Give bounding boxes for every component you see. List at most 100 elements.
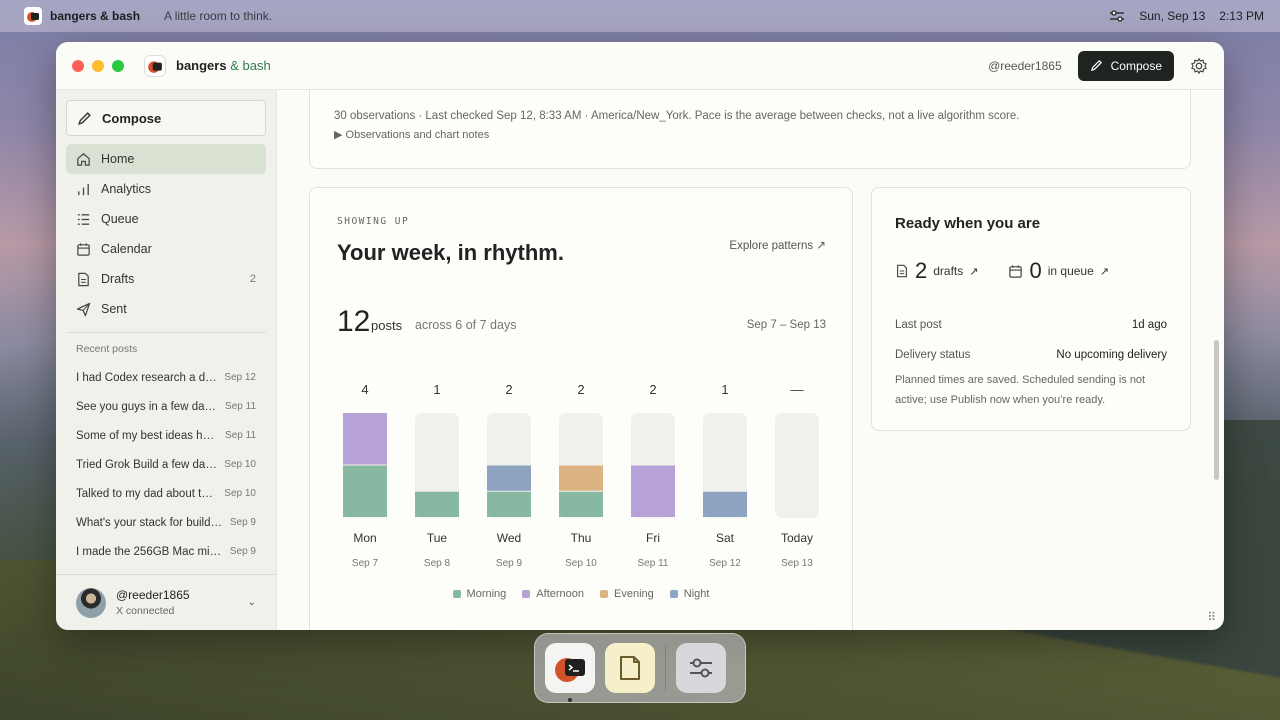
compose-button[interactable]: Compose — [1077, 50, 1174, 81]
delivery-status-value: No upcoming delivery — [1056, 349, 1167, 361]
sliders-icon — [690, 658, 712, 678]
recent-post-item[interactable]: Some of my best ideas hap... Sep 11 — [66, 421, 266, 450]
ready-title: Ready when you are — [895, 215, 1041, 232]
chevron-down-icon[interactable]: ⌄ — [248, 597, 256, 608]
close-window-button[interactable] — [72, 59, 84, 72]
legend-label: Night — [683, 588, 710, 600]
bar-segment-morning — [559, 491, 603, 517]
recent-post-text: Tried Grok Build a few days ... — [76, 458, 219, 471]
recent-post-date: Sep 10 — [224, 488, 256, 499]
account-handle: @reeder1865 — [988, 58, 1062, 73]
week-title: Your week, in rhythm. — [337, 240, 564, 265]
zoom-window-button[interactable] — [112, 59, 124, 72]
recent-post-date: Sep 10 — [224, 459, 256, 470]
explore-patterns-link[interactable]: Explore patterns ↗ — [729, 238, 826, 252]
legend-item-night: Night — [669, 588, 710, 600]
legend-swatch — [452, 590, 461, 598]
bangers-bash-app-icon — [555, 658, 585, 682]
day-label: Fri — [646, 531, 660, 545]
sidebar-item-analytics[interactable]: Analytics — [66, 174, 266, 204]
sidebar-item-drafts[interactable]: Drafts 2 — [66, 264, 266, 294]
day-label: Wed — [497, 531, 521, 545]
app-logo-icon — [24, 7, 42, 25]
drafts-link[interactable]: drafts — [933, 264, 963, 278]
recent-post-date: Sep 9 — [229, 517, 256, 528]
recent-posts-heading: Recent posts — [76, 343, 138, 355]
recent-posts-list: I had Codex research a dom... Sep 12 See … — [66, 363, 266, 566]
control-center-icon[interactable] — [1109, 9, 1125, 23]
bar-total-label: 4 — [361, 382, 368, 397]
arrow-up-right-icon[interactable]: ↗ — [1100, 265, 1109, 278]
dock-app-settings[interactable] — [676, 643, 726, 693]
scheduling-note: Planned times are saved. Scheduled sendi… — [895, 374, 1146, 406]
main-scrollbar[interactable] — [1214, 340, 1219, 480]
section-eyebrow: SHOWING UP — [337, 216, 410, 227]
calendar-icon — [77, 242, 90, 256]
menu-date[interactable]: Sun, Sep 13 — [1139, 9, 1205, 23]
menu-app-name[interactable]: bangers & bash — [50, 9, 140, 23]
calendar-icon — [1009, 264, 1023, 278]
drafts-count-badge: 2 — [249, 273, 256, 285]
legend-swatch — [522, 590, 531, 598]
day-date-label: Sep 7 — [352, 558, 379, 569]
recent-post-text: Some of my best ideas hap... — [76, 429, 220, 442]
recent-post-item[interactable]: Talked to my dad about the ... Sep 10 — [66, 479, 266, 508]
recent-post-date: Sep 12 — [224, 372, 256, 383]
day-label: Sat — [716, 531, 735, 545]
legend-item-afternoon: Afternoon — [522, 588, 584, 600]
account-switcher[interactable]: @reeder1865 X connected ⌄ — [56, 574, 276, 630]
user-handle: @reeder1865 — [116, 588, 190, 602]
dock-app-bangers-bash[interactable] — [545, 643, 595, 702]
notes-app-icon — [620, 656, 640, 680]
day-label: Tue — [427, 531, 448, 545]
bar-segment-morning — [415, 491, 459, 517]
legend-swatch — [600, 590, 608, 598]
dock-app-notes[interactable] — [605, 643, 655, 693]
sidebar-item-sent[interactable]: Sent — [66, 294, 266, 324]
observations-notes-toggle[interactable]: ▶ Observations and chart notes — [334, 128, 489, 141]
day-date-label: Sep 8 — [424, 558, 451, 569]
drafts-count: 2 — [915, 258, 928, 283]
queue-link[interactable]: in queue — [1048, 264, 1094, 278]
bar-segment-night — [487, 465, 531, 491]
settings-gear-icon[interactable] — [1190, 57, 1208, 75]
sidebar-item-calendar[interactable]: Calendar — [66, 234, 266, 264]
grid-dots-icon[interactable]: ⠿ — [1207, 610, 1216, 624]
sidebar-item-label: Home — [101, 152, 135, 166]
drafts-icon — [897, 264, 907, 278]
app-window: bangers & bash @reeder1865 Compose Compo… — [56, 42, 1224, 630]
recent-post-item[interactable]: What's your stack for buildin... Sep 9 — [66, 508, 266, 537]
pencil-icon — [78, 111, 91, 125]
bar-total-label: — — [791, 382, 804, 397]
queue-count: 0 — [1029, 258, 1042, 283]
sidebar-compose-button[interactable]: Compose — [66, 100, 266, 136]
recent-post-item[interactable]: I had Codex research a dom... Sep 12 — [66, 363, 266, 392]
legend-label: Morning — [466, 588, 507, 600]
bar-segment-morning — [343, 465, 387, 517]
bar-segment-night — [703, 491, 747, 517]
sidebar-item-home[interactable]: Home — [66, 144, 266, 174]
bar-total-label: 1 — [433, 382, 440, 397]
sidebar-item-label: Sent — [101, 302, 127, 316]
ready-card: Ready when you are 2 drafts ↗ 0 in queue… — [871, 187, 1191, 431]
weekly-post-total: 12 — [337, 305, 371, 338]
sidebar-item-queue[interactable]: Queue — [66, 204, 266, 234]
brand-name: bangers & bash — [176, 58, 271, 73]
menu-time[interactable]: 2:13 PM — [1219, 9, 1264, 23]
bar-segment-evening — [559, 465, 603, 491]
bar-segment-afternoon — [631, 465, 675, 517]
recent-post-item[interactable]: I made the 256GB Mac mini ... Sep 9 — [66, 537, 266, 566]
sidebar-nav: Home Analytics Queue Calendar Drafts 2 S… — [66, 144, 266, 324]
day-date-label: Sep 11 — [638, 558, 669, 569]
recent-post-item[interactable]: See you guys in a few days. ... Sep 11 — [66, 392, 266, 421]
delivery-status-label: Delivery status — [895, 349, 971, 361]
sidebar: Compose Home Analytics Queue Calendar Dr… — [56, 90, 277, 630]
last-post-value: 1d ago — [1131, 319, 1167, 331]
recent-post-item[interactable]: Tried Grok Build a few days ... Sep 10 — [66, 450, 266, 479]
menu-tagline: A little room to think. — [164, 9, 273, 23]
last-post-label: Last post — [895, 319, 942, 331]
legend-item-morning: Morning — [452, 588, 507, 600]
minimize-window-button[interactable] — [92, 59, 104, 72]
arrow-up-right-icon[interactable]: ↗ — [969, 265, 978, 278]
recent-post-date: Sep 11 — [225, 401, 256, 412]
